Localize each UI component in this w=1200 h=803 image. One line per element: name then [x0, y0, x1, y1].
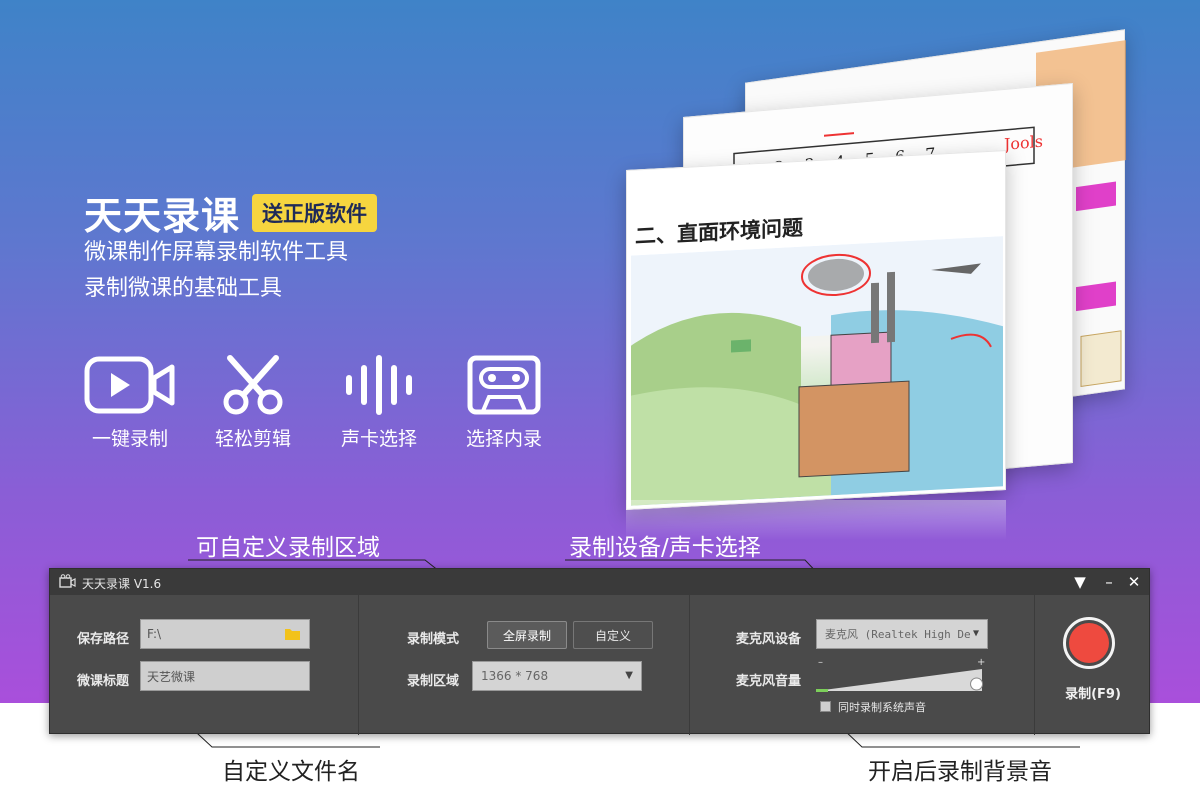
svg-text:Jools: Jools — [1002, 132, 1043, 155]
record-panel: 录制(F9) — [1035, 595, 1151, 735]
scissors-icon — [198, 352, 308, 418]
record-area-label: 录制区域 — [407, 674, 460, 689]
mic-device-select[interactable]: 麦克风 (Realtek High De ▼ — [816, 619, 988, 649]
slide-environment: 二、直面环境问题 — [626, 150, 1006, 510]
promo-badge: 送正版软件 — [252, 193, 378, 232]
callout-background-audio: 开启后录制背景音 — [868, 759, 1052, 785]
feature-soundcard: 声卡选择 — [324, 352, 434, 451]
record-area-select[interactable]: 1366 * 768 ▼ — [472, 661, 642, 691]
environment-illustration — [631, 236, 1003, 506]
folder-icon[interactable] — [284, 627, 301, 644]
subtitle-2: 录制微课的基础工具 — [84, 276, 283, 301]
callout-custom-filename: 自定义文件名 — [222, 759, 360, 785]
mic-device-label: 麦克风设备 — [736, 632, 802, 647]
callout-custom-region: 可自定义录制区域 — [196, 535, 380, 561]
feature-label: 轻松剪辑 — [214, 428, 291, 450]
window-title: 天天录课 V1.6 — [82, 577, 162, 591]
cassette-icon — [449, 352, 559, 418]
record-dot-icon — [1069, 623, 1109, 663]
system-audio-checkbox[interactable] — [820, 701, 831, 712]
audio-wave-icon — [324, 352, 434, 418]
recorder-window: 天天录课 V1.6 ▼ – ✕ 保存路径 F:\ 微课标题 天艺微课 录制模式 … — [49, 568, 1151, 735]
slide-heading: 二、直面环境问题 — [635, 214, 803, 249]
headline: 天天录课 送正版软件 — [84, 185, 378, 240]
feature-label: 声卡选择 — [340, 428, 417, 450]
callout-device-select: 录制设备/声卡选择 — [569, 535, 761, 561]
course-title-label: 微课标题 — [77, 674, 130, 689]
record-button[interactable] — [1063, 617, 1115, 669]
chevron-down-icon: ▼ — [625, 670, 633, 681]
custom-mode-button[interactable]: 自定义 — [573, 621, 653, 649]
subtitle-1: 微课制作屏幕录制软件工具 — [84, 240, 349, 265]
save-path-input[interactable]: F:\ — [140, 619, 310, 649]
feature-internal: 选择内录 — [449, 352, 559, 451]
course-title-input[interactable]: 天艺微课 — [140, 661, 310, 691]
mic-volume-slider[interactable] — [816, 667, 986, 693]
file-settings-panel: 保存路径 F:\ 微课标题 天艺微课 — [50, 595, 359, 735]
minimize-button[interactable]: – — [1099, 572, 1119, 592]
mic-volume-label: 麦克风音量 — [736, 674, 802, 689]
audio-settings-panel: 麦克风设备 麦克风 (Realtek High De ▼ 麦克风音量 – + 同… — [690, 595, 1035, 735]
title-bar[interactable]: 天天录课 V1.6 ▼ – ✕ — [50, 569, 1149, 595]
feature-record: 一键录制 — [75, 352, 185, 451]
record-mode-label: 录制模式 — [407, 632, 460, 647]
system-audio-label: 同时录制系统声音 — [838, 701, 926, 714]
feature-label: 一键录制 — [91, 428, 168, 450]
chevron-down-icon: ▼ — [972, 628, 979, 639]
record-button-label: 录制(F9) — [1065, 687, 1121, 702]
fullscreen-mode-button[interactable]: 全屏录制 — [487, 621, 567, 649]
menu-dropdown-icon[interactable]: ▼ — [1070, 572, 1090, 592]
feature-label: 选择内录 — [465, 428, 542, 450]
app-camera-icon — [59, 574, 76, 591]
save-path-label: 保存路径 — [77, 632, 130, 647]
close-button[interactable]: ✕ — [1124, 572, 1144, 592]
record-mode-panel: 录制模式 全屏录制 自定义 录制区域 1366 * 768 ▼ — [359, 595, 690, 735]
video-camera-icon — [75, 352, 185, 418]
product-title: 天天录课 — [84, 194, 241, 238]
feature-edit: 轻松剪辑 — [198, 352, 308, 451]
